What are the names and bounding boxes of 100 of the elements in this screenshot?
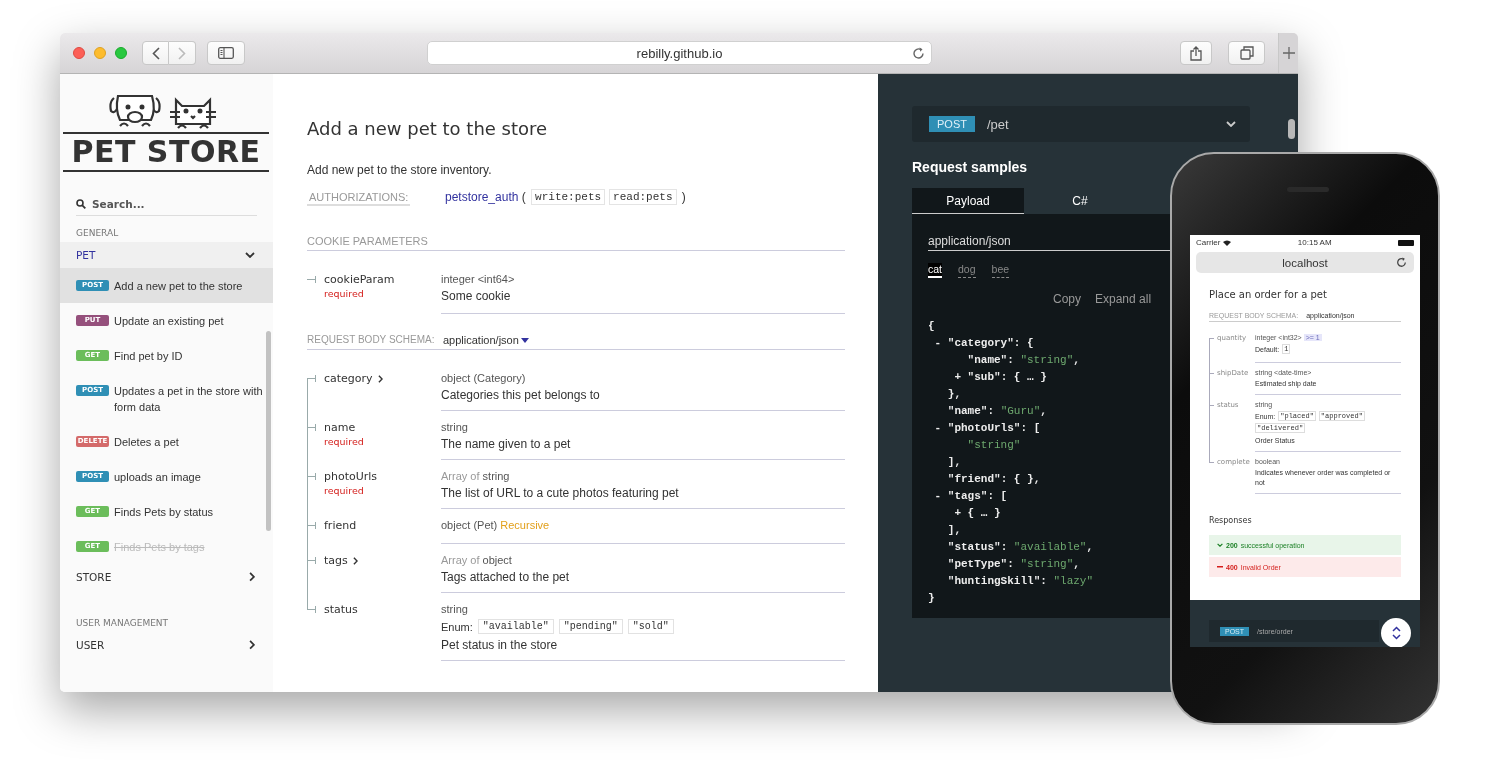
minimize-button[interactable] — [94, 47, 106, 59]
code-line: "string" — [966, 438, 1021, 453]
field-type: string — [441, 603, 468, 615]
wifi-icon — [1223, 239, 1232, 246]
field-name: name — [324, 421, 356, 434]
operation-title: Place an order for a pet — [1209, 289, 1328, 300]
required-label: required — [324, 436, 364, 447]
sample-tab[interactable]: Payload — [912, 188, 1024, 214]
nav-section[interactable]: PET — [60, 242, 273, 268]
sidebar-toggle-button[interactable] — [207, 41, 245, 65]
field-name: friend — [324, 519, 357, 532]
field-name: cookieParam — [324, 273, 395, 286]
enum-label: Enum: — [441, 620, 473, 633]
scrollbar — [1288, 119, 1295, 139]
example-tab[interactable]: bee — [991, 263, 1010, 278]
enum-value: "available" — [477, 619, 554, 634]
logo-drawing: PET STORE — [63, 90, 269, 172]
scope-tag: write:pets — [531, 189, 606, 205]
example-tab[interactable]: dog — [958, 263, 976, 278]
field-type: string — [441, 421, 468, 433]
nav-section[interactable]: STORE — [60, 564, 273, 590]
field-type: object (Pet) — [441, 519, 498, 531]
required-label: required — [324, 288, 365, 299]
chevron-down-icon — [1217, 543, 1223, 547]
scope-tag: read:pets — [609, 189, 677, 205]
chevron-left-icon — [151, 46, 160, 60]
address-bar[interactable]: localhost — [1196, 252, 1414, 273]
field-name: photoUrls — [324, 470, 378, 483]
method-badge: POST — [929, 116, 975, 132]
code-line: { — [928, 319, 935, 334]
search-field[interactable]: Search... — [92, 198, 242, 210]
chevron-right-icon — [249, 572, 255, 582]
code-line: "name": "Guru", — [946, 404, 1047, 419]
section-heading: COOKIE PARAMETERS — [307, 235, 845, 251]
operation-description: Add new pet to the store inventory. — [307, 163, 493, 177]
reload-icon — [1396, 257, 1407, 268]
code-line: - "photoUrls": [ — [933, 421, 1041, 436]
chevron-down-icon — [1226, 121, 1236, 127]
minus-icon — [1217, 566, 1223, 568]
caret-down-icon — [520, 337, 529, 343]
back-button[interactable] — [142, 41, 169, 65]
content-type-dropdown[interactable]: application/json — [443, 334, 529, 346]
chevron-right-icon — [178, 46, 186, 60]
recursive-label: Recursive — [500, 519, 550, 531]
endpoint-bar[interactable]: POST /pet — [912, 106, 1250, 142]
field-description: Tags attached to the pet — [441, 570, 571, 584]
battery-icon — [1398, 239, 1414, 246]
enum-value: "sold" — [627, 619, 674, 634]
authorizations-label: AUTHORIZATIONS: — [307, 191, 411, 206]
code-line: + "sub": { … } — [953, 370, 1047, 385]
paren: ) — [681, 190, 686, 204]
plus-icon — [1282, 47, 1295, 59]
field-type: Array of object — [441, 554, 512, 566]
field-type: integer <int64> — [441, 273, 515, 285]
code-line: } — [928, 591, 935, 606]
field-type: Array of string — [441, 470, 510, 482]
code-line: - "category": { — [933, 336, 1034, 351]
paren: ( — [521, 190, 526, 204]
tabs-button[interactable] — [1228, 41, 1265, 65]
address-bar[interactable]: rebilly.github.io — [427, 41, 932, 65]
code-line: "petType": "string", — [946, 557, 1080, 572]
chevron-down-icon — [245, 252, 255, 258]
up-down-chevron-icon — [1391, 626, 1401, 640]
code-line: "name": "string", — [966, 353, 1080, 368]
code-line: "status": "available", — [946, 540, 1094, 555]
field-type: object (Category) — [441, 372, 526, 384]
search-icon — [76, 199, 86, 209]
chevron-right-icon — [249, 640, 255, 650]
body-schema-label: REQUEST BODY SCHEMA: — [307, 334, 435, 345]
auth-scheme-link[interactable]: petstore_auth — [445, 190, 519, 204]
field-name[interactable]: category — [324, 372, 383, 385]
zoom-button[interactable] — [115, 47, 127, 59]
group-heading: GENERAL — [75, 227, 120, 240]
sample-tab[interactable]: C# — [1024, 188, 1136, 214]
endpoint-path: /pet — [986, 116, 1010, 132]
code-action-link[interactable]: Copy — [1053, 292, 1081, 306]
panel-heading: Request samples — [912, 159, 1029, 175]
status-time: 10:15 AM — [1297, 238, 1332, 247]
field-description: The list of URL to a cute photos featuring pet — [441, 486, 680, 500]
share-button[interactable] — [1180, 41, 1212, 65]
field-name: status — [324, 603, 358, 616]
scroll-button[interactable] — [1381, 618, 1411, 647]
code-action-link[interactable]: Expand all — [1095, 292, 1152, 306]
nav-section[interactable]: USER — [60, 632, 273, 658]
share-icon — [1190, 45, 1202, 61]
operation-title: Add a new pet to the store — [307, 118, 549, 139]
code-line: ], — [946, 523, 961, 538]
field-description: Categories this pet belongs to — [441, 388, 601, 402]
chevron-right-icon — [352, 556, 358, 565]
code-line: + { … } — [953, 506, 1001, 521]
new-tab-button[interactable] — [1278, 33, 1298, 73]
close-button[interactable] — [73, 47, 85, 59]
field-name[interactable]: tags — [324, 554, 358, 567]
reload-icon — [912, 47, 925, 60]
code-line: ], — [946, 455, 961, 470]
example-tab[interactable]: cat — [928, 263, 942, 278]
enum-value: "pending" — [558, 619, 623, 634]
code-line: "friend": { }, — [946, 472, 1041, 487]
chevron-right-icon — [377, 374, 383, 383]
field-description: Some cookie — [441, 289, 512, 303]
